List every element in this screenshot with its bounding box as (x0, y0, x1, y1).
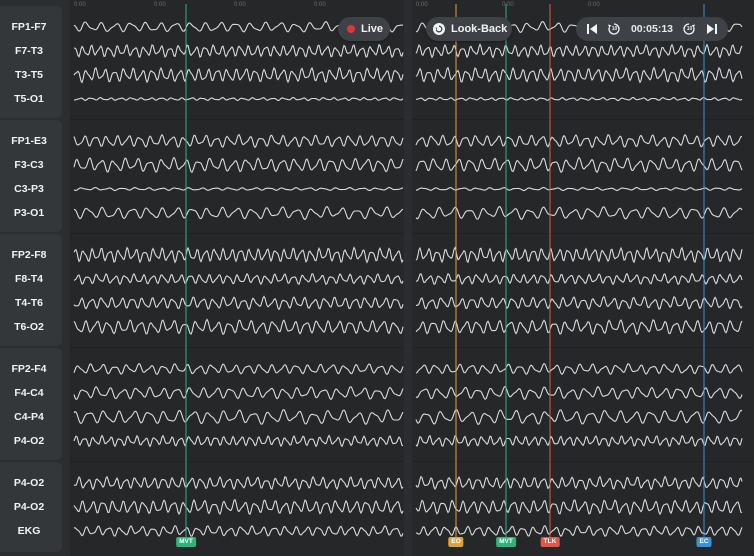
eeg-trace (415, 246, 743, 264)
eeg-trace (415, 362, 743, 376)
eeg-trace-canvas (73, 4, 743, 538)
rewind-seconds-label: 10 (611, 26, 618, 32)
eeg-trace (415, 385, 743, 400)
eeg-trace (73, 475, 404, 491)
eeg-trace (73, 66, 404, 84)
eeg-trace (73, 434, 404, 448)
skip-to-end-icon (706, 24, 717, 34)
eeg-trace (73, 205, 404, 221)
eeg-trace (415, 498, 743, 516)
eeg-trace (73, 133, 404, 149)
eeg-trace (415, 43, 743, 59)
eeg-trace (415, 96, 743, 102)
live-label: Live (361, 23, 384, 35)
eeg-trace (415, 133, 743, 149)
event-marker-tag[interactable]: MVT (496, 537, 516, 547)
skip-to-start-button[interactable] (586, 23, 598, 35)
event-marker-tag[interactable]: TLK (540, 537, 560, 547)
eeg-trace (415, 206, 743, 220)
eeg-trace (74, 96, 404, 102)
eeg-trace (73, 386, 404, 401)
live-dot-icon (347, 25, 355, 33)
playback-controls: 10 00:05:13 10 (576, 17, 728, 41)
eeg-trace (73, 246, 404, 264)
eeg-trace (415, 319, 743, 336)
eeg-trace (73, 186, 404, 192)
eeg-trace (73, 295, 404, 311)
event-marker-tag[interactable]: MVT (176, 537, 196, 547)
eeg-trace (415, 187, 743, 192)
eeg-trace (415, 156, 743, 174)
live-button[interactable]: Live (338, 17, 390, 41)
forward-seconds-label: 10 (686, 26, 693, 32)
rewind-10-button[interactable]: 10 (607, 22, 621, 36)
eeg-trace (415, 524, 743, 538)
eeg-trace (73, 43, 404, 59)
forward-10-button[interactable]: 10 (682, 22, 696, 36)
look-back-button[interactable]: Look-Back (426, 17, 512, 41)
eeg-trace (73, 524, 404, 537)
eeg-trace (73, 409, 404, 426)
eeg-trace (415, 409, 743, 425)
event-marker-tag[interactable]: EO (448, 537, 464, 547)
eeg-trace (415, 434, 743, 448)
skip-to-start-icon (587, 24, 597, 34)
skip-to-end-button[interactable] (706, 23, 718, 35)
eeg-trace (73, 272, 404, 286)
eeg-trace (73, 156, 404, 173)
eeg-trace (73, 318, 404, 336)
eeg-trace (73, 362, 404, 376)
eeg-trace (415, 66, 743, 84)
eeg-trace (415, 272, 743, 286)
history-icon (433, 23, 445, 35)
time-display: 00:05:13 (630, 23, 673, 35)
event-marker-tag[interactable]: EC (696, 537, 712, 547)
eeg-trace (416, 295, 743, 311)
eeg-trace (73, 498, 404, 516)
look-back-label: Look-Back (451, 23, 508, 35)
eeg-trace (415, 475, 743, 491)
